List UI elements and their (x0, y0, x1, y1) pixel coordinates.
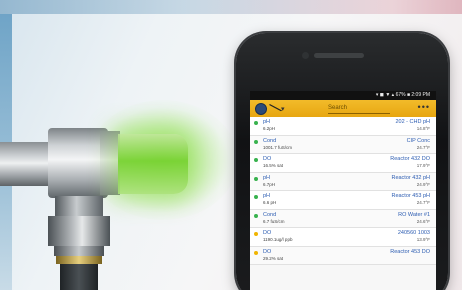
probe-temperature: 24.7°F (416, 200, 430, 205)
probe-reading: 1190.1ug/l ppb (263, 237, 293, 242)
status-dot (254, 158, 258, 162)
probe-temperature: 24.7°F (416, 144, 430, 150)
smartphone: ▾ ◼ ▼ ▴ 67% ■ 2:09 PM ╲ ▾ Search ••• pH 6… (236, 33, 448, 290)
probe-list: pH 6.2pH 202 - CHD pH 14.8°F Cond 1001.7 fuS/… (250, 117, 436, 265)
probe-name: Reactor 453 DO (390, 248, 430, 255)
phone-screen: ▾ ◼ ▼ ▴ 67% ■ 2:09 PM ╲ ▾ Search ••• pH 6… (250, 91, 436, 290)
status-dot (254, 213, 258, 218)
probe-reading: 6.7 fuS/cm (263, 218, 285, 224)
search-input[interactable]: Search (328, 103, 390, 114)
status-bar: ▾ ◼ ▼ ▴ 67% ■ 2:09 PM (250, 91, 436, 100)
probe-type-label: DO (263, 156, 272, 162)
probe-reading: 6.6 pH (263, 200, 277, 205)
probe-reading: 29.2% sat (263, 255, 284, 261)
status-dot (254, 121, 258, 125)
probe-list-item[interactable]: pH 6.7pH Reactor 432 pH 24.9°F (250, 172, 436, 191)
probe-type-label: Cond (263, 211, 277, 218)
probe-icon[interactable]: ╲ (270, 102, 281, 114)
app-logo-icon[interactable] (255, 102, 267, 115)
probe-list-item[interactable]: pH 6.6 pH Reactor 453 pH 24.7°F (250, 191, 436, 210)
probe-type-label: DO (263, 230, 272, 236)
app-toolbar: ╲ ▾ Search ••• (250, 100, 436, 117)
sensor-probe (0, 0, 240, 290)
status-dot (254, 250, 258, 255)
probe-type-label: Cond (263, 137, 277, 144)
probe-name: 240560 1003 (397, 230, 430, 236)
probe-collar (100, 131, 120, 195)
probe-list-item[interactable]: Cond 6.7 fuS/cm RO Water #1 24.6°F (250, 209, 436, 228)
status-dot (254, 176, 258, 181)
probe-name: Reactor 432 DO (390, 156, 430, 162)
probe-list-item[interactable]: DO 16.5% sat Reactor 432 DO 17.9°F (250, 154, 436, 173)
probe-list-item[interactable]: DO 29.2% sat Reactor 453 DO (250, 246, 436, 265)
front-camera (302, 52, 309, 59)
probe-temperature: 14.8°F (416, 126, 430, 131)
status-dot (254, 232, 258, 236)
probe-led-cap (118, 134, 188, 194)
probe-cable (60, 264, 98, 290)
probe-list-item[interactable]: DO 1190.1ug/l ppb 240560 1003 13.9°F (250, 228, 436, 247)
probe-type-label: pH (263, 119, 271, 125)
probe-reading: 16.5% sat (263, 163, 284, 168)
probe-gold-contact (56, 256, 102, 264)
probe-type-label: DO (263, 248, 272, 255)
status-dot (254, 139, 258, 144)
probe-list-item[interactable]: pH 6.2pH 202 - CHD pH 14.8°F (250, 117, 436, 136)
probe-reading: 1001.7 fuS/cm (263, 144, 293, 150)
probe-name: RO Water #1 (398, 211, 430, 218)
probe-type-label: pH (263, 174, 271, 181)
probe-temperature: 24.6°F (416, 218, 430, 224)
probe-reading: 6.2pH (263, 126, 276, 131)
probe-name: CIP Conc (406, 137, 430, 144)
status-dot (254, 195, 258, 199)
probe-head (48, 128, 108, 198)
probe-name: 202 - CHD pH (395, 119, 430, 125)
probe-list-item[interactable]: Cond 1001.7 fuS/cm CIP Conc 24.7°F (250, 135, 436, 154)
phone-speaker (314, 53, 364, 58)
probe-temperature: 17.9°F (416, 163, 430, 168)
probe-name: Reactor 432 pH (391, 174, 430, 181)
more-icon[interactable]: ••• (418, 102, 430, 112)
probe-name: Reactor 453 pH (391, 193, 430, 199)
probe-connector-nut (48, 216, 110, 246)
probe-neck (55, 196, 103, 218)
probe-temperature: 24.9°F (416, 181, 430, 187)
probe-reading: 6.7pH (263, 181, 276, 187)
probe-temperature: 13.9°F (416, 237, 430, 242)
probe-type-label: pH (263, 193, 271, 199)
probe-ring (54, 246, 104, 256)
